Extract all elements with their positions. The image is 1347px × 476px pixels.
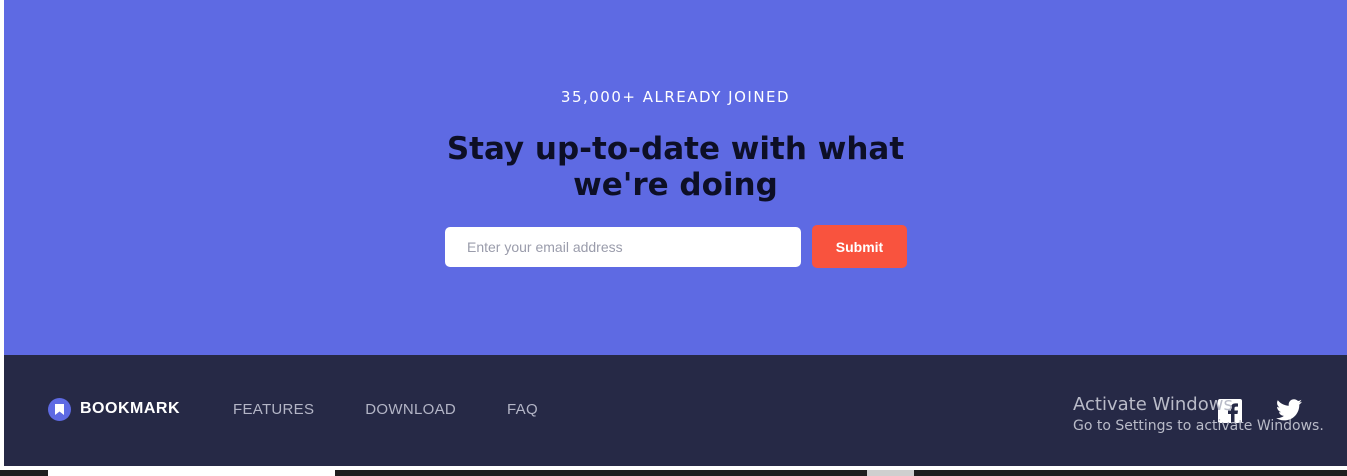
bottom-segment xyxy=(867,470,914,476)
joined-count: 35,000+ ALREADY JOINED xyxy=(560,88,791,106)
brand-name: BOOKMARK xyxy=(80,400,180,417)
nav-download[interactable]: DOWNLOAD xyxy=(365,401,456,418)
nav-features[interactable]: FEATURES xyxy=(233,401,314,418)
newsletter-section: 35,000+ ALREADY JOINED Stay up-to-date w… xyxy=(4,0,1347,355)
bottom-segment xyxy=(0,470,48,476)
watermark-title: Activate Windows xyxy=(1073,394,1233,415)
email-input[interactable] xyxy=(445,227,801,267)
windows-activation-watermark: Activate Windows Go to Settings to activ… xyxy=(1073,394,1324,436)
newsletter-title: Stay up-to-date with what we're doing xyxy=(446,131,905,203)
brand-logo-link[interactable]: BOOKMARK xyxy=(48,397,180,421)
newsletter-form: Submit xyxy=(445,225,907,268)
submit-button[interactable]: Submit xyxy=(812,225,907,268)
watermark-subtitle: Go to Settings to activate Windows. xyxy=(1073,418,1324,434)
bottom-segment xyxy=(914,470,1347,476)
bottom-segment xyxy=(335,470,867,476)
bookmark-icon xyxy=(48,397,71,421)
nav-faq[interactable]: FAQ xyxy=(507,401,538,418)
footer-nav: FEATURES DOWNLOAD FAQ xyxy=(233,401,589,418)
page: 35,000+ ALREADY JOINED Stay up-to-date w… xyxy=(0,0,1347,476)
